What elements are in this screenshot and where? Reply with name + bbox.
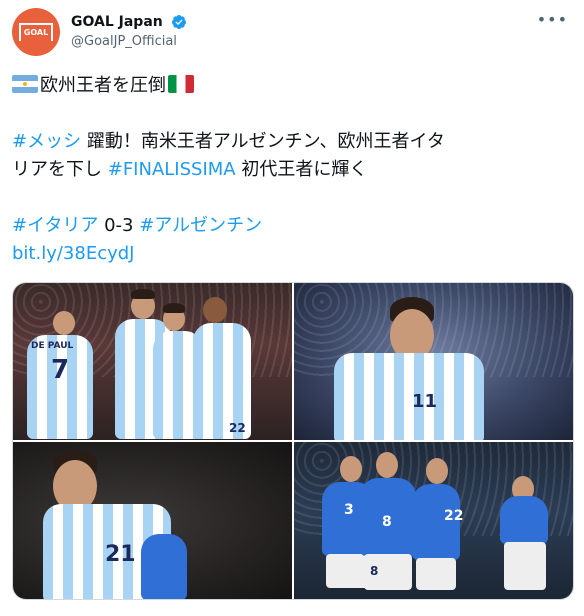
hashtag-italy-link[interactable]: #イタリア [12,215,98,236]
player-head [376,452,398,478]
shirt-number: 21 [105,542,136,567]
player-head [53,311,75,335]
line3-start-text: リアを下し [12,159,108,180]
photo-italy-players[interactable]: 3 8 8 22 [294,442,573,599]
player-shirt [334,353,484,440]
hashtag-finalissima-link[interactable]: #FINALISSIMA [108,159,236,180]
player-shorts [416,558,456,590]
tweet-header: GOAL GOAL Japan @GoalJP_Official ••• [12,8,572,56]
line3-text: 初代王者に輝く [235,159,368,180]
headline-text: 欧州王者を圧倒 [40,75,166,96]
tweet-line-4: #イタリア 0-3 #アルゼンチン [12,212,572,240]
line2-text: 躍動！南米王者アルゼンチン、欧州王者イタ [81,131,445,152]
more-options-icon[interactable]: ••• [537,10,568,29]
shirt-number: 22 [444,508,464,524]
photo-celebration-group[interactable]: DE PAUL 7 22 [13,283,292,440]
player-head [426,458,448,484]
media-grid: DE PAUL 7 22 11 21 3 8 8 22 [12,282,574,600]
argentina-flag-icon [12,75,38,93]
italy-flag-icon [168,75,194,93]
shirt-name-print: DE PAUL [31,341,74,351]
tweet-line-2: #メッシ 躍動！南米王者アルゼンチン、欧州王者イタ [12,128,572,156]
article-link[interactable]: bit.ly/38EcydJ [12,243,134,264]
player-head [203,297,227,323]
score-text: 0-3 [98,215,140,236]
player-shorts [504,542,546,590]
goal-logo: GOAL [19,23,53,41]
display-name[interactable]: GOAL Japan [71,14,163,30]
tweet-line-5: bit.ly/38EcydJ [12,240,572,268]
hashtag-messi-link[interactable]: #メッシ [12,131,81,152]
photo-player-pointing[interactable]: 21 [13,442,292,599]
tweet-line-1: 欧州王者を圧倒 [12,72,572,100]
account-names: GOAL Japan @GoalJP_Official [71,11,187,49]
shirt-number: 8 [382,514,392,530]
account-handle[interactable]: @GoalJP_Official [71,34,187,49]
shirt-number: 3 [344,502,354,518]
shirt-number: 22 [229,421,246,435]
player-hair [163,303,185,313]
avatar[interactable]: GOAL [12,8,60,56]
verified-badge-icon [171,14,186,29]
player-head [340,456,362,482]
player-shirt [500,496,548,544]
shorts-number: 8 [370,564,379,578]
shirt-number: 11 [412,391,438,412]
photo-player-celebrating[interactable]: 11 [294,283,573,440]
tweet-text: 欧州王者を圧倒 #メッシ 躍動！南米王者アルゼンチン、欧州王者イタ リアを下し … [12,72,572,268]
player-hair [131,289,155,299]
shirt-number: 7 [51,355,70,385]
hashtag-argentina-link[interactable]: #アルゼンチン [139,215,262,236]
tweet-line-3: リアを下し #FINALISSIMA 初代王者に輝く [12,156,572,184]
background-player [141,534,187,599]
